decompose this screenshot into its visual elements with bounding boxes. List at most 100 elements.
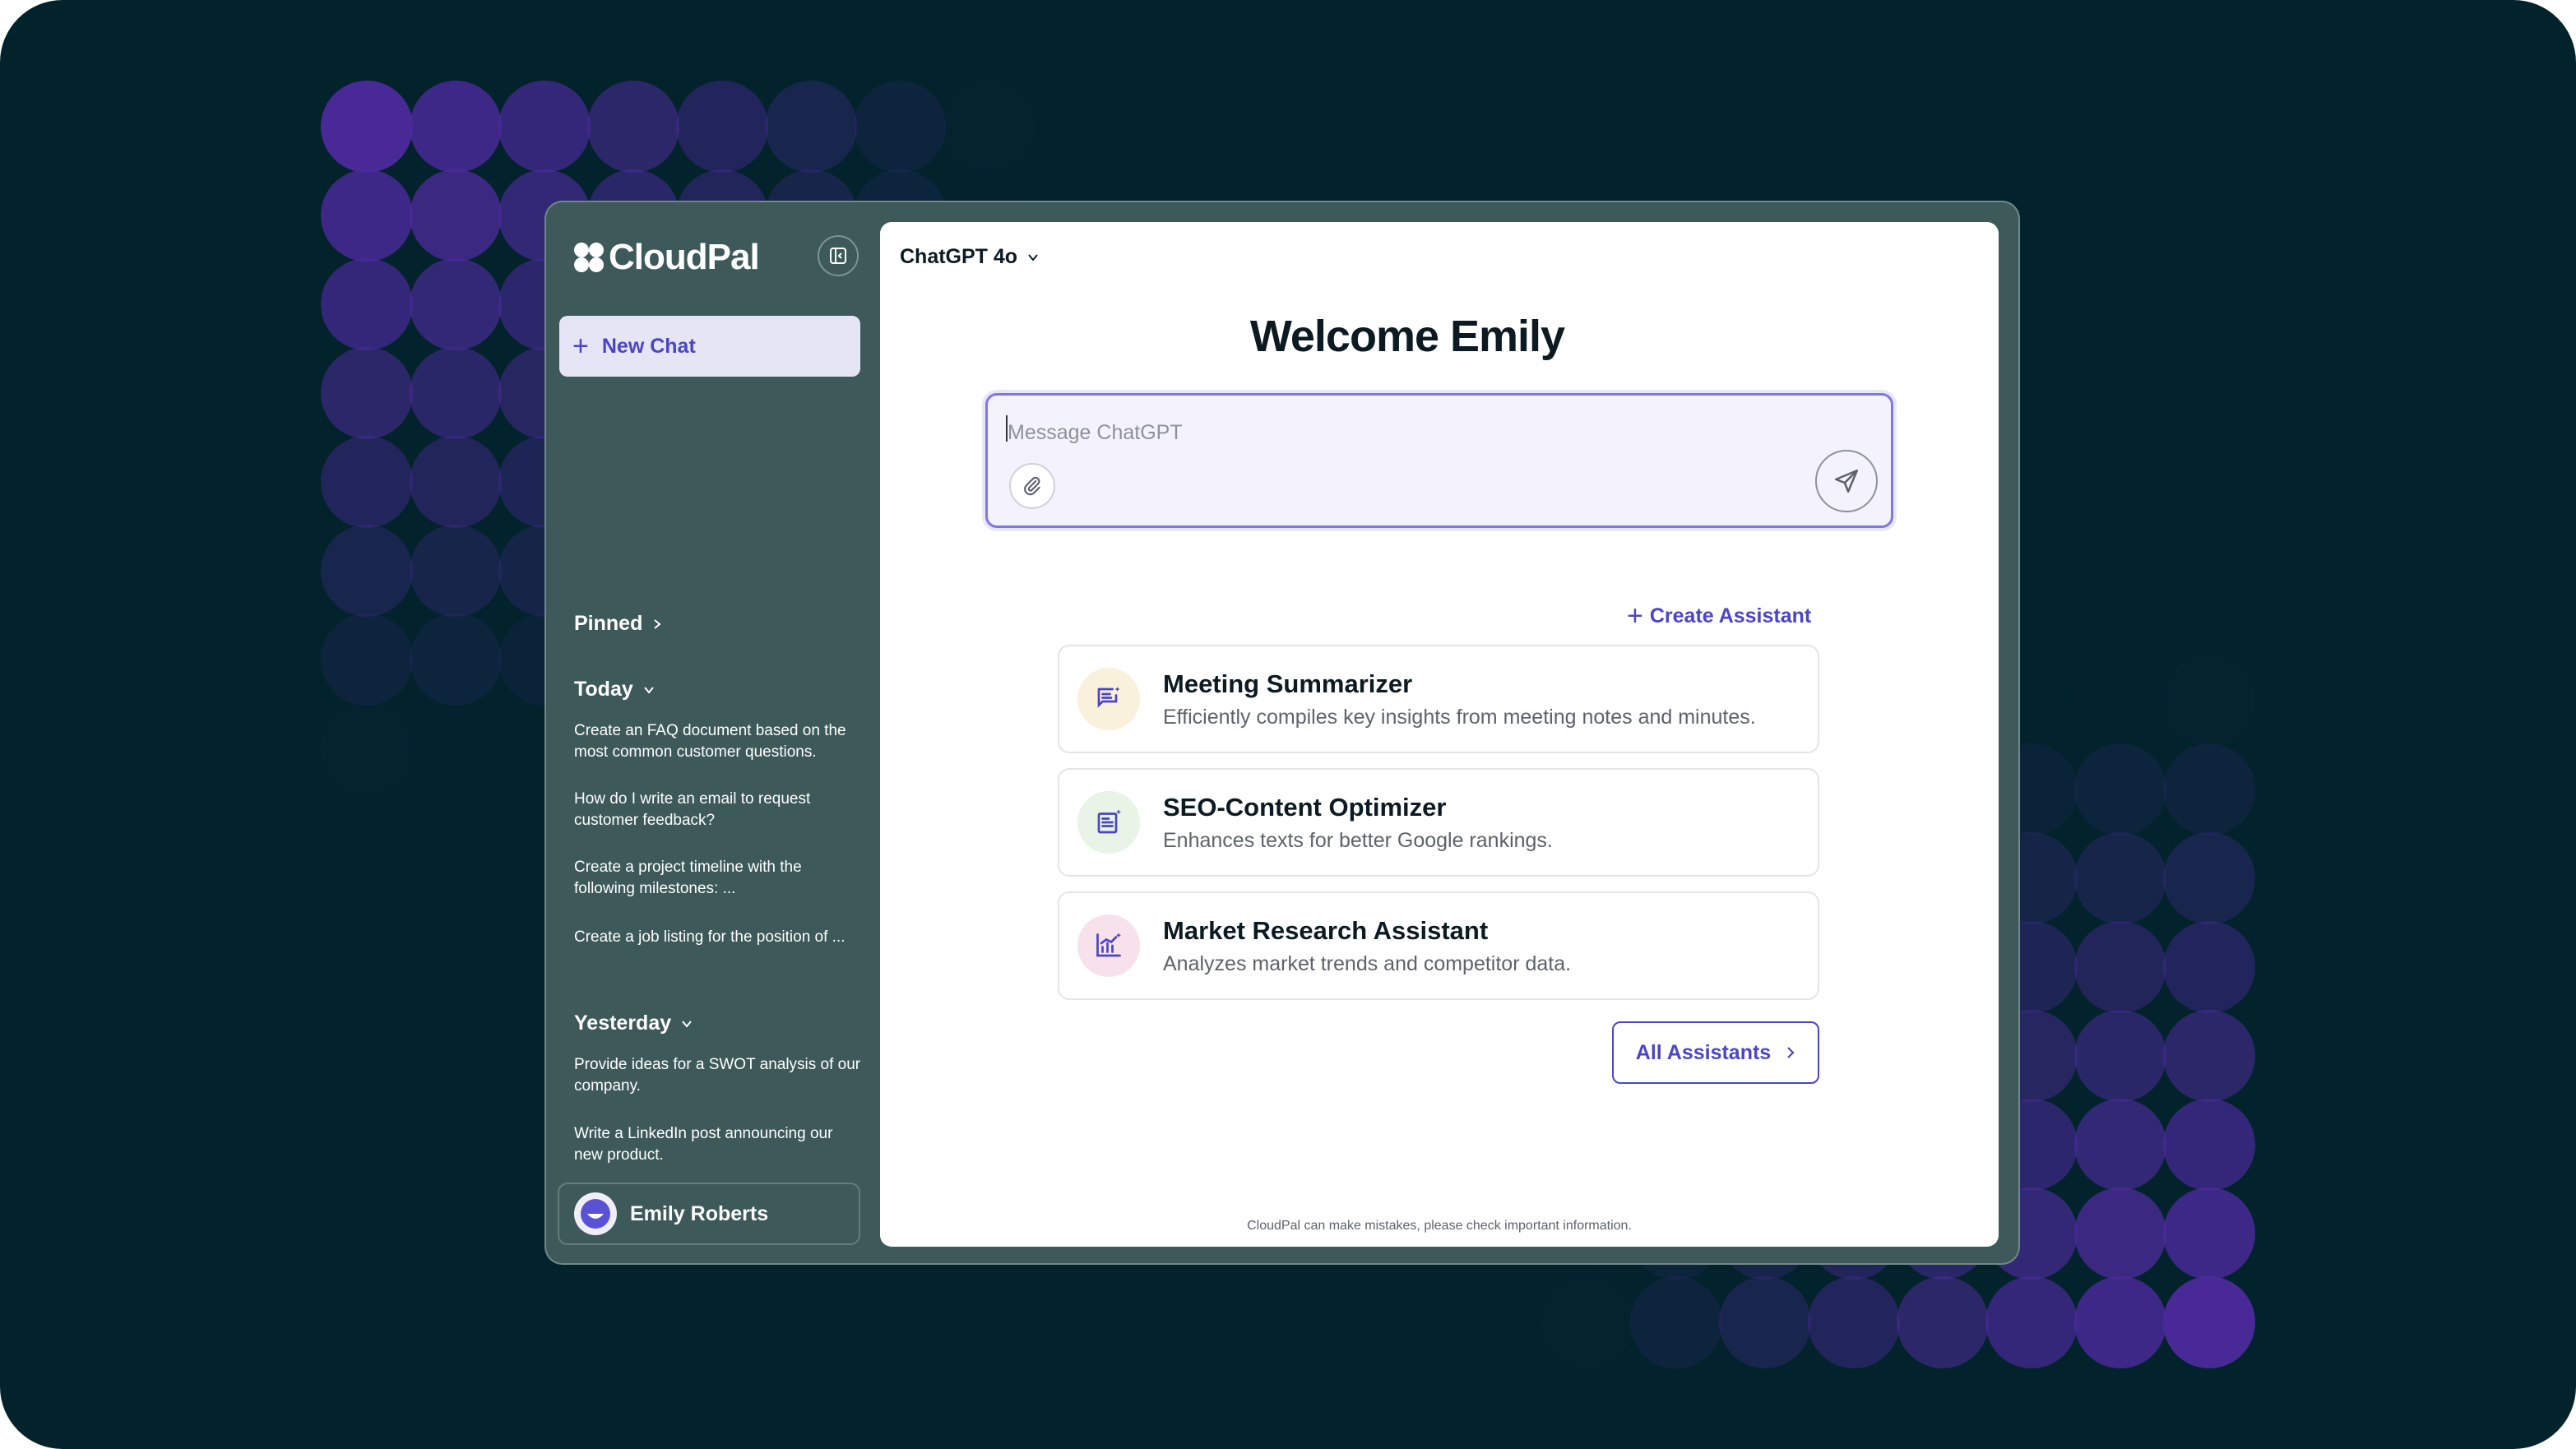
create-assistant-button[interactable]: + Create Assistant — [1627, 602, 1811, 630]
decor-dot — [2163, 655, 2255, 747]
decor-dot — [321, 525, 413, 617]
text-caret — [1006, 415, 1008, 442]
decor-dot — [410, 613, 502, 706]
message-input[interactable] — [1006, 415, 1749, 450]
decor-dot — [2074, 743, 2166, 836]
today-section-toggle[interactable]: Today — [574, 678, 655, 701]
decor-dot — [1541, 1276, 1633, 1368]
assistant-title: SEO-Content Optimizer — [1163, 793, 1447, 822]
model-label: ChatGPT 4o — [900, 245, 1018, 268]
chat-history-item[interactable]: Create a project timeline with the follo… — [574, 857, 862, 900]
logo[interactable]: CloudPal — [572, 237, 760, 278]
page-title: Welcome Emily — [1249, 312, 1565, 361]
assistant-card-seo-content-optimizer[interactable]: SEO-Content Optimizer Enhances texts for… — [1058, 768, 1819, 877]
decor-dot — [410, 347, 502, 439]
decor-dot — [321, 347, 413, 439]
plus-icon: + — [572, 331, 589, 362]
chevron-down-icon — [682, 1020, 692, 1028]
chevron-right-icon — [1787, 1047, 1795, 1058]
app-window: CloudPal + New Chat Pinned Today Create … — [544, 201, 2020, 1265]
chat-history-item[interactable]: Create a job listing for the position of… — [574, 927, 862, 948]
chevron-down-icon — [1028, 253, 1038, 262]
decor-dot — [1808, 1276, 1900, 1368]
all-assistants-button[interactable]: All Assistants — [1612, 1021, 1819, 1084]
decor-dot — [676, 81, 768, 173]
decor-dot — [410, 525, 502, 617]
clover-logo-icon — [574, 243, 604, 272]
send-button[interactable] — [1815, 450, 1878, 512]
decor-dot — [321, 81, 413, 173]
decor-dot — [410, 436, 502, 528]
decor-dot — [765, 81, 857, 173]
assistant-icon-badge — [1077, 914, 1140, 977]
paperclip-icon — [1024, 476, 1040, 496]
send-icon — [1834, 469, 1859, 493]
today-label: Today — [574, 678, 633, 701]
pinned-label: Pinned — [574, 612, 643, 635]
decor-dot — [2074, 655, 2166, 747]
avatar — [574, 1192, 617, 1235]
decor-dot — [2163, 1276, 2255, 1368]
logo-text: CloudPal — [609, 237, 760, 277]
user-name: Emily Roberts — [630, 1201, 769, 1225]
stage-background: CloudPal + New Chat Pinned Today Create … — [0, 0, 2576, 1449]
disclaimer-text: CloudPal can make mistakes, please check… — [1247, 1219, 1632, 1233]
assistant-title: Meeting Summarizer — [1163, 669, 1413, 698]
chevron-down-icon — [643, 686, 654, 694]
decor-dot — [2163, 1099, 2255, 1191]
chat-history-item[interactable]: Write a LinkedIn post announcing our new… — [574, 1123, 862, 1166]
decor-dot — [2074, 1010, 2166, 1102]
decor-dot — [1985, 1276, 2078, 1368]
assistant-description: Analyzes market trends and competitor da… — [1163, 952, 1572, 975]
chart-icon — [1096, 933, 1121, 957]
user-profile-button[interactable]: Emily Roberts — [558, 1183, 860, 1245]
assistant-description: Efficiently compiles key insights from m… — [1163, 706, 1756, 729]
chevron-right-icon — [654, 618, 661, 629]
chat-history-item[interactable]: How do I write an email to request custo… — [574, 789, 862, 831]
decor-dot — [2163, 1010, 2255, 1102]
decor-dot — [498, 81, 591, 173]
assistant-card-meeting-summarizer[interactable]: Meeting Summarizer Efficiently compiles … — [1058, 645, 1819, 753]
decor-dot — [2074, 1187, 2166, 1280]
decor-dot — [321, 258, 413, 350]
decor-dot — [321, 436, 413, 528]
yesterday-section-toggle[interactable]: Yesterday — [574, 1012, 693, 1035]
notes-icon — [1097, 687, 1120, 708]
pinned-section-toggle[interactable]: Pinned — [574, 612, 662, 636]
decor-dot — [410, 81, 502, 173]
decor-dot — [2074, 921, 2166, 1013]
new-chat-label: New Chat — [601, 334, 696, 358]
decor-dot — [1897, 1276, 1989, 1368]
model-selector[interactable]: ChatGPT 4o — [900, 245, 1039, 269]
decor-dot — [1630, 1276, 1722, 1368]
assistant-title: Market Research Assistant — [1163, 916, 1489, 945]
yesterday-label: Yesterday — [574, 1012, 672, 1035]
decor-dot — [410, 258, 502, 350]
decor-dot — [321, 169, 413, 262]
sidebar: CloudPal + New Chat Pinned Today Create … — [546, 202, 880, 1263]
decor-dot — [2163, 832, 2255, 924]
assistant-icon-badge — [1077, 791, 1140, 854]
decor-dot — [587, 81, 679, 173]
decor-dot — [2163, 1187, 2255, 1280]
decor-dot — [2074, 832, 2166, 924]
new-chat-button[interactable]: + New Chat — [559, 316, 860, 377]
message-composer — [985, 393, 1893, 528]
decor-dot — [2074, 1276, 2166, 1368]
chat-history-item[interactable]: Create an FAQ document based on the most… — [574, 720, 862, 763]
smiley-avatar-icon — [581, 1199, 610, 1229]
sidebar-collapse-icon — [830, 248, 846, 264]
chat-history-item[interactable]: Provide ideas for a SWOT analysis of our… — [574, 1054, 862, 1097]
decor-dot — [854, 81, 946, 173]
decor-dot — [321, 613, 413, 706]
decor-dot — [410, 702, 502, 794]
attach-button[interactable] — [1009, 463, 1055, 509]
assistant-description: Enhances texts for better Google ranking… — [1163, 829, 1553, 852]
assistant-icon-badge — [1077, 668, 1140, 730]
collapse-sidebar-button[interactable] — [818, 235, 859, 276]
decor-dot — [2074, 1099, 2166, 1191]
decor-dot — [1719, 1276, 1811, 1368]
assistant-card-market-research-assistant[interactable]: Market Research Assistant Analyzes marke… — [1058, 891, 1819, 1000]
decor-dot — [410, 169, 502, 262]
decor-dot — [2163, 921, 2255, 1013]
